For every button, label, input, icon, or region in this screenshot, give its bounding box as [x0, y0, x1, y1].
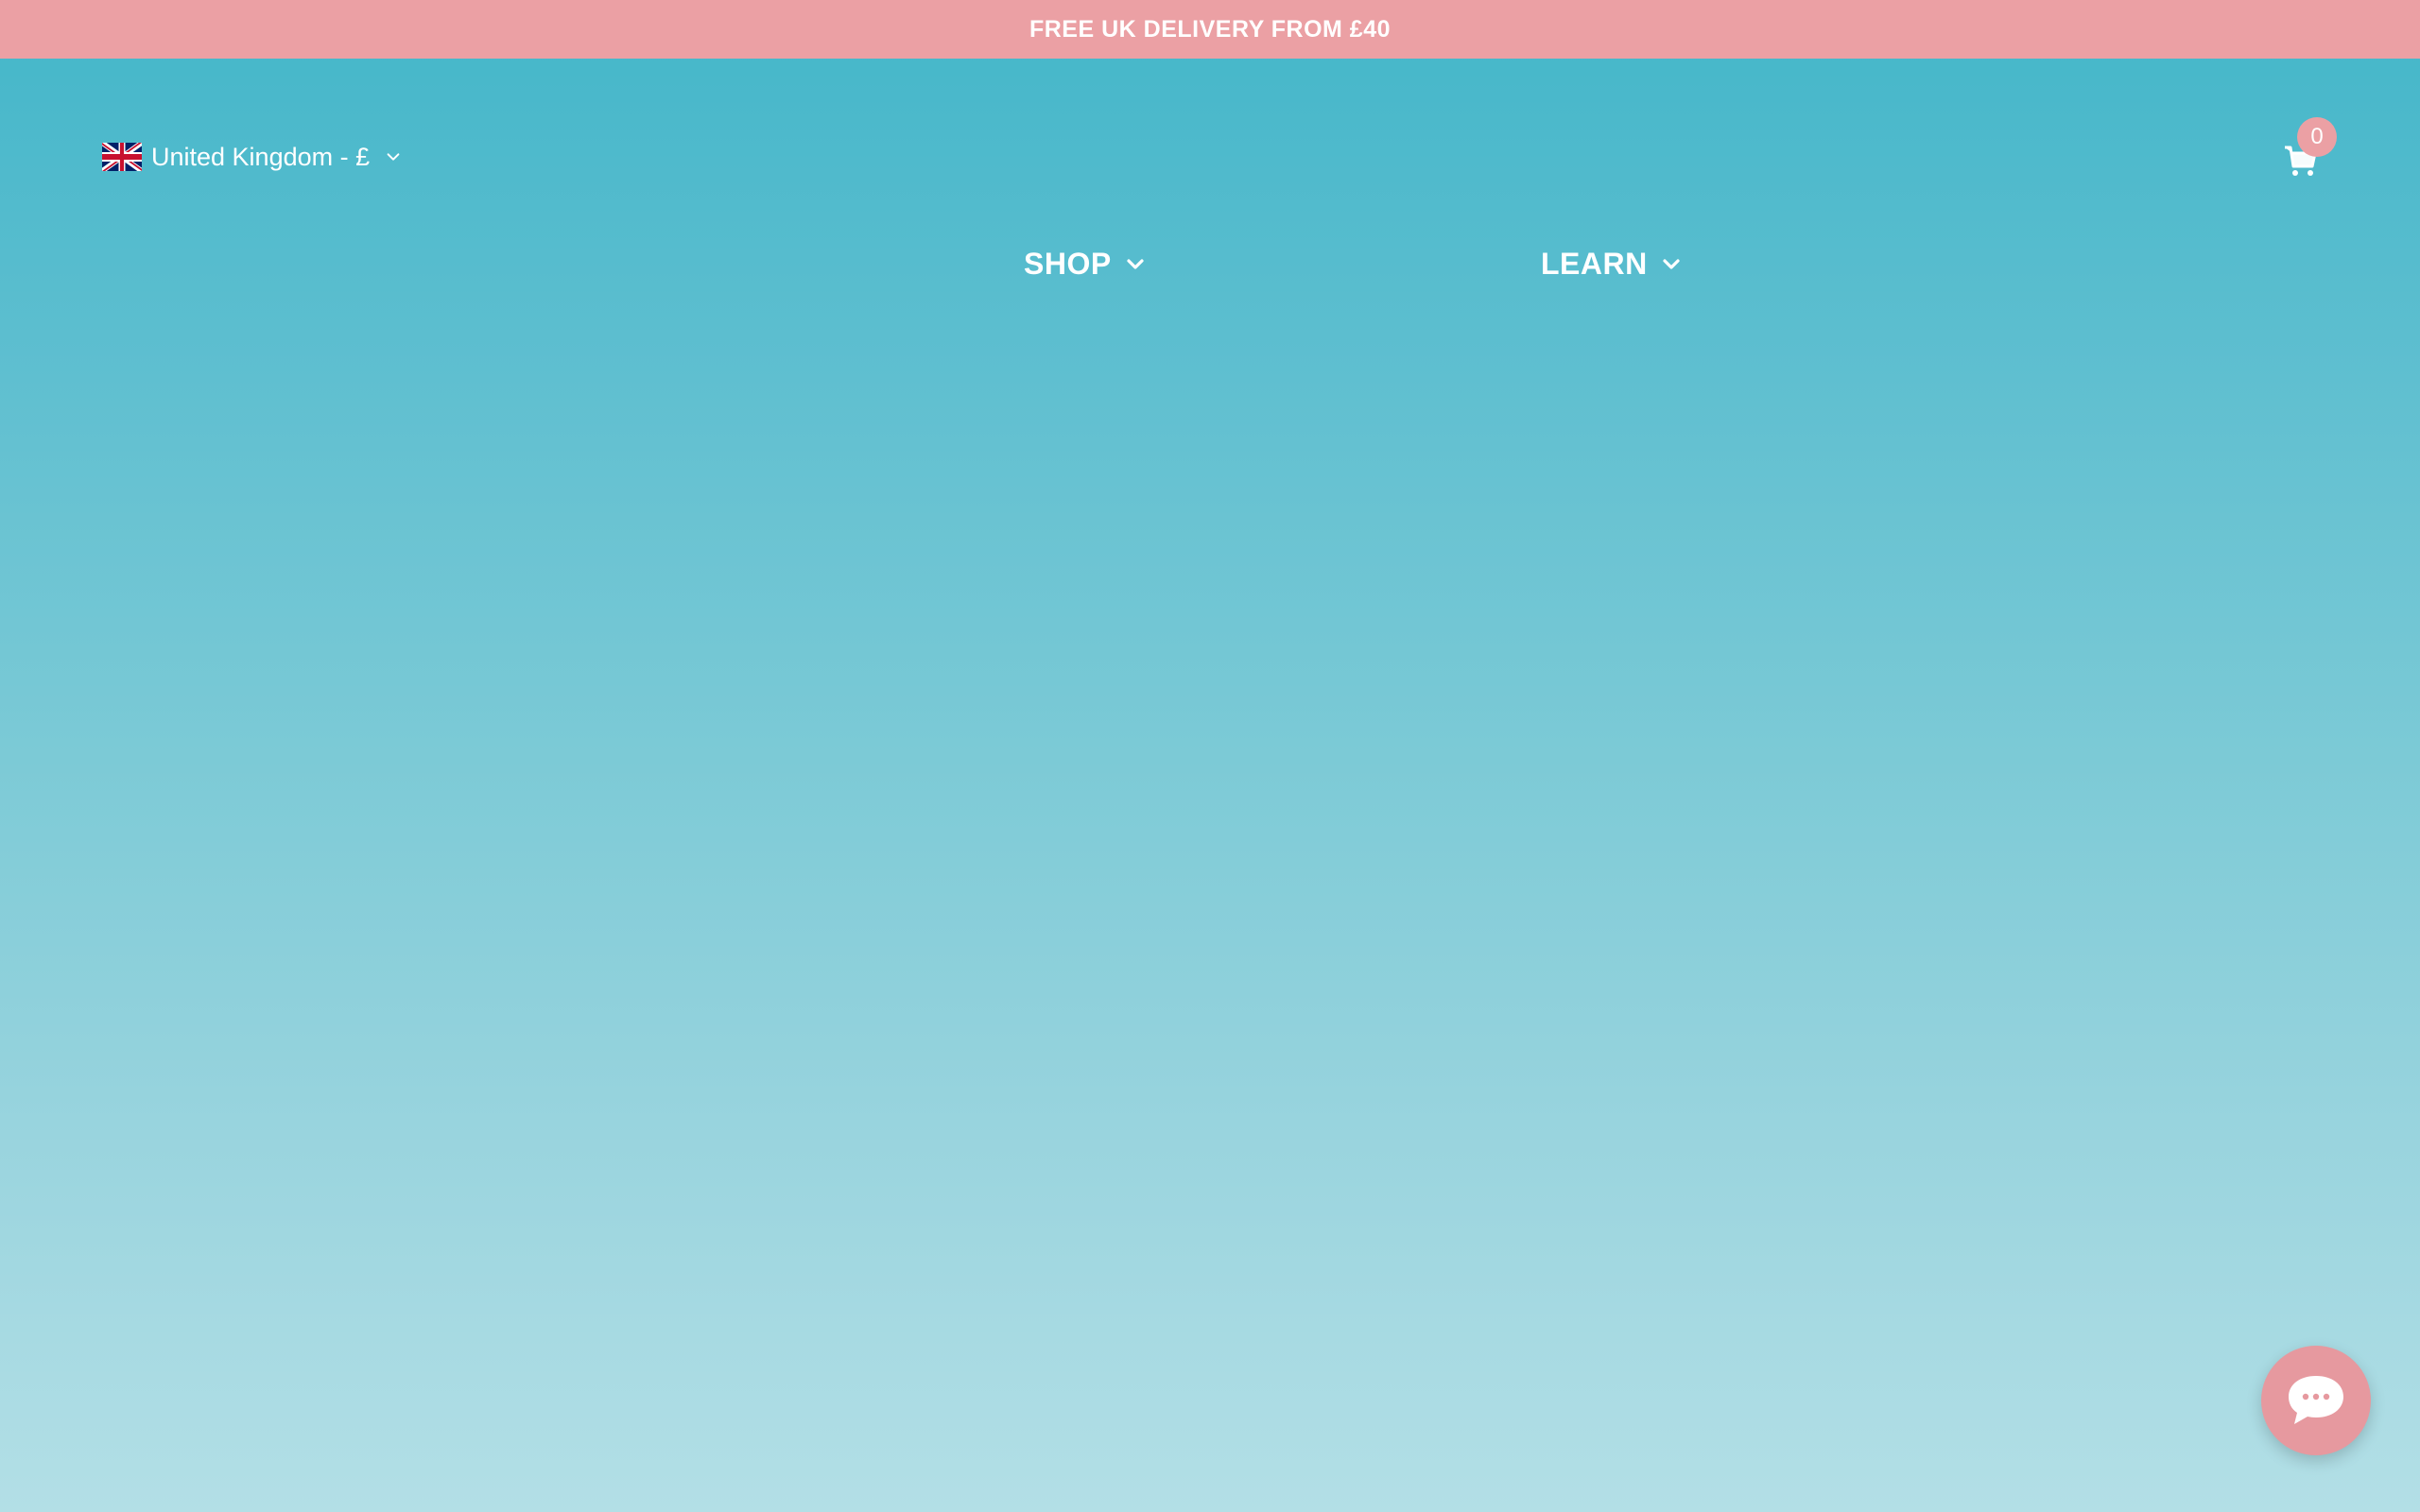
locale-label: United Kingdom - £: [151, 142, 371, 171]
chevron-down-icon: [1663, 259, 1680, 269]
nav-shop[interactable]: SHOP: [1024, 242, 1146, 285]
chevron-down-icon: [387, 153, 400, 161]
announcement-bar: FREE UK DELIVERY FROM £40: [0, 0, 2420, 59]
cart-count-badge: 0: [2297, 117, 2337, 157]
cart-button[interactable]: 0: [2278, 117, 2337, 185]
nav-learn[interactable]: LEARN: [1541, 242, 1682, 285]
announcement-text: FREE UK DELIVERY FROM £40: [1028, 15, 1392, 43]
uk-flag-icon: [102, 143, 142, 171]
chat-bubble-icon: [2289, 1376, 2343, 1424]
chat-launcher-button[interactable]: [2261, 1346, 2371, 1455]
chevron-down-icon: [1127, 259, 1144, 269]
locale-selector[interactable]: United Kingdom - £: [102, 138, 402, 176]
nav-shop-label: SHOP: [1024, 246, 1112, 281]
nav-learn-label: LEARN: [1541, 246, 1648, 281]
